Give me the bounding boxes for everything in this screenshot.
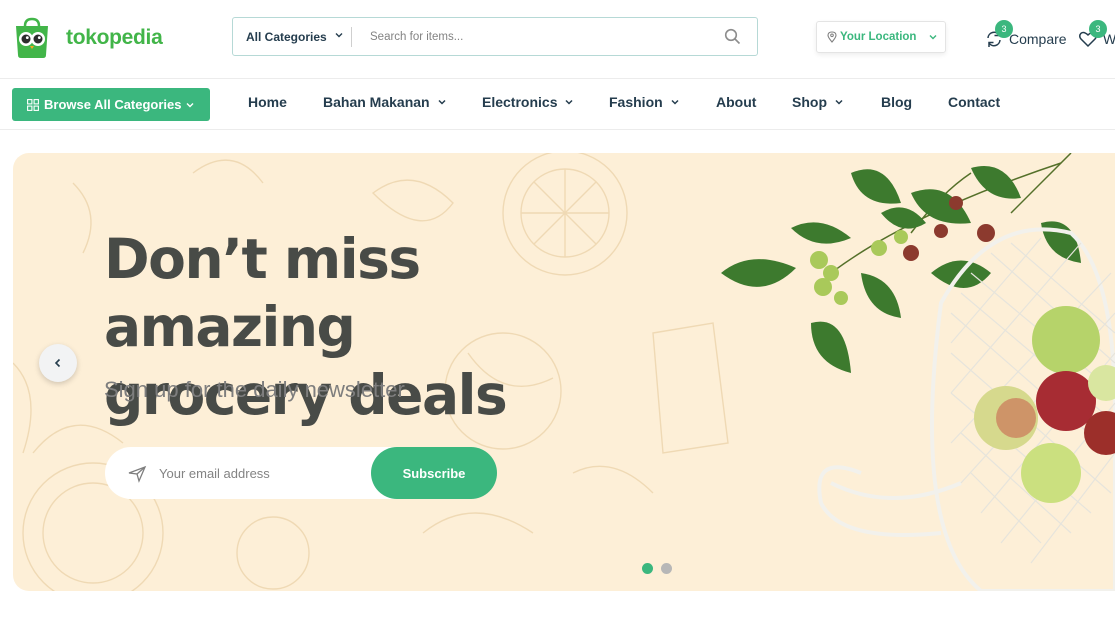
search-input[interactable] bbox=[352, 18, 707, 55]
nav-bahan-makanan[interactable]: Bahan Makanan bbox=[323, 94, 448, 110]
nav-blog[interactable]: Blog bbox=[881, 94, 912, 110]
chevron-down-icon bbox=[671, 99, 679, 105]
main-nav: Browse All Categories Home Bahan Makanan… bbox=[0, 79, 1115, 130]
nav-contact[interactable]: Contact bbox=[948, 94, 1000, 110]
slider-dot-active[interactable] bbox=[642, 563, 653, 574]
nav-item-label: Electronics bbox=[482, 94, 558, 110]
slider-dot[interactable] bbox=[661, 563, 672, 574]
slider-pagination bbox=[642, 563, 672, 574]
browse-categories-button[interactable]: Browse All Categories bbox=[12, 88, 210, 121]
nav-item-label: Blog bbox=[881, 94, 913, 110]
email-input[interactable] bbox=[159, 465, 359, 481]
category-select-value: All Categories bbox=[246, 29, 327, 44]
location-label: Your Location bbox=[840, 31, 917, 43]
nav-electronics[interactable]: Electronics bbox=[482, 94, 575, 110]
nav-item-label: Bahan Makanan bbox=[323, 94, 430, 110]
compare-link[interactable]: 3 Compare bbox=[984, 20, 1067, 54]
compare-label: Compare bbox=[1009, 31, 1067, 47]
search-bar: All Categories bbox=[232, 17, 758, 56]
apple-mesh-bag-illustration bbox=[721, 153, 1115, 591]
location-pin-icon bbox=[827, 31, 837, 43]
nav-item-label: Home bbox=[248, 94, 287, 110]
grid-icon bbox=[27, 98, 39, 111]
location-select[interactable]: Your Location bbox=[816, 21, 946, 53]
paper-plane-icon bbox=[128, 465, 147, 483]
chevron-down-icon bbox=[929, 35, 937, 40]
search-button[interactable] bbox=[707, 18, 757, 55]
browse-categories-label: Browse All Categories bbox=[44, 97, 182, 112]
compare-count-badge: 3 bbox=[995, 20, 1013, 38]
nav-shop[interactable]: Shop bbox=[792, 94, 845, 110]
chevron-down-icon bbox=[186, 102, 194, 107]
nav-item-label: Fashion bbox=[609, 94, 663, 110]
hero-subtitle: Sign up for the daily newsletter bbox=[104, 377, 405, 402]
nav-fashion[interactable]: Fashion bbox=[609, 94, 681, 110]
slider-prev-button[interactable] bbox=[39, 344, 77, 382]
chevron-down-icon bbox=[335, 33, 343, 38]
nav-item-label: Contact bbox=[948, 94, 1001, 110]
category-select[interactable]: All Categories bbox=[233, 18, 351, 55]
chevron-down-icon bbox=[835, 99, 843, 105]
owl-logo-icon bbox=[16, 17, 48, 58]
nav-about[interactable]: About bbox=[716, 94, 756, 110]
subscribe-button[interactable]: Subscribe bbox=[371, 447, 497, 499]
logo[interactable]: tokopedia bbox=[13, 17, 163, 59]
nav-item-label: Shop bbox=[792, 94, 827, 110]
newsletter-form: Subscribe bbox=[105, 447, 497, 499]
chevron-down-icon bbox=[438, 99, 446, 105]
nav-item-label: About bbox=[716, 94, 757, 110]
chevron-left-icon bbox=[54, 358, 61, 368]
brand-name: tokopedia bbox=[66, 26, 163, 49]
nav-home[interactable]: Home bbox=[248, 94, 287, 110]
search-icon bbox=[724, 28, 740, 45]
hero-slider: Don’t miss amazing grocery deals Sign up… bbox=[13, 153, 1115, 591]
header-top: tokopedia All Categories Your Location 3… bbox=[0, 0, 1115, 79]
hero-title-line: Don’t miss amazing bbox=[104, 227, 421, 359]
wishlist-count-badge: 3 bbox=[1089, 20, 1107, 38]
wishlist-link[interactable]: 3 W bbox=[1078, 20, 1115, 54]
chevron-down-icon bbox=[565, 99, 574, 105]
